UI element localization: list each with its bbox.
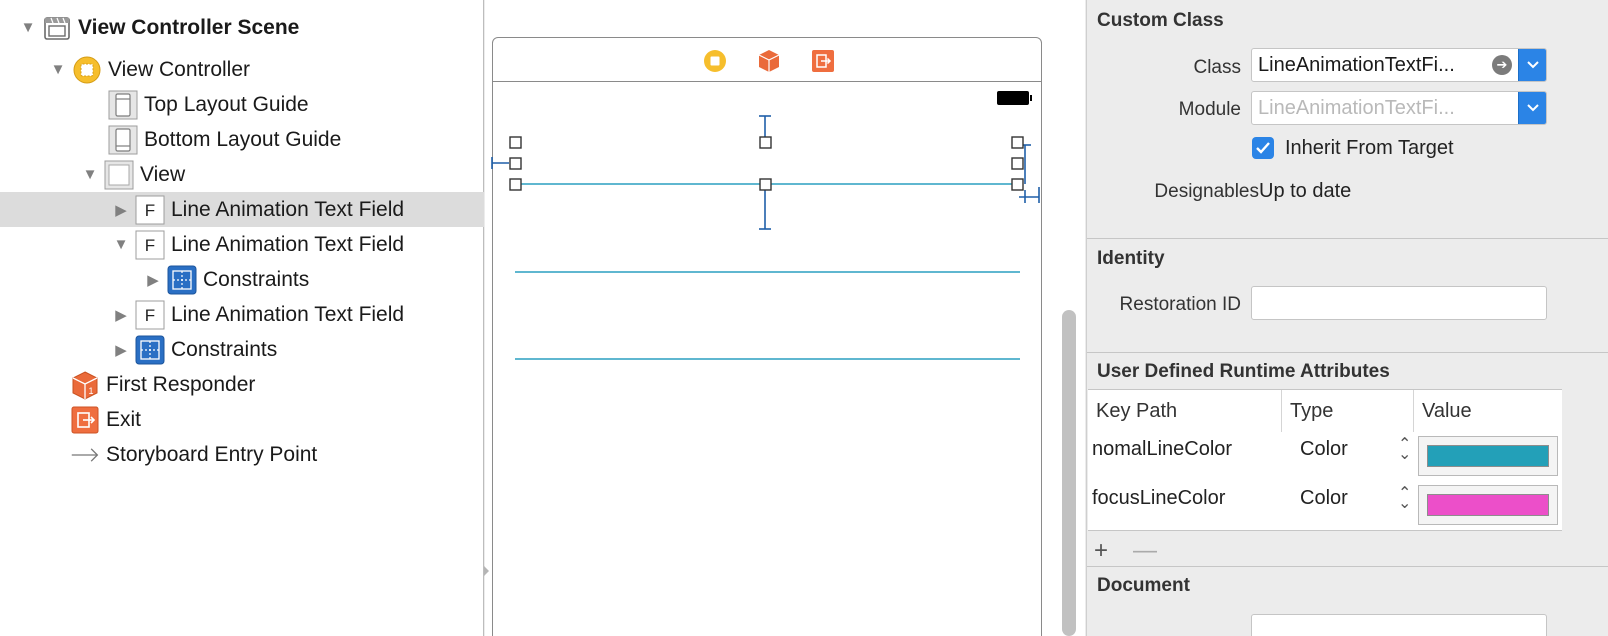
outline-item-label: View Controller Scene	[78, 15, 300, 39]
outline-item-bottom-layout-guide[interactable]: Bottom Layout Guide	[0, 122, 484, 157]
outline-item-label: Constraints	[171, 337, 278, 361]
color-well[interactable]	[1418, 436, 1558, 476]
outline-item-label: Line Animation Text Field	[171, 232, 405, 256]
outline-item-top-layout-guide[interactable]: Top Layout Guide	[0, 87, 484, 122]
layout-guide-icon	[108, 125, 138, 155]
column-header-type[interactable]: Type	[1282, 390, 1414, 432]
outline-item-label: Exit	[106, 407, 142, 431]
column-header-value[interactable]: Value	[1414, 390, 1562, 432]
disclosure-expanded-icon[interactable]: ▼	[113, 236, 129, 253]
outline-item-view[interactable]: ▼ View	[0, 157, 484, 192]
svg-text:1: 1	[88, 386, 93, 396]
disclosure-expanded-icon[interactable]: ▼	[50, 61, 66, 78]
designables-label: Designables	[1154, 181, 1259, 202]
canvas-scrollbar[interactable]	[1062, 310, 1076, 636]
color-swatch-nomal	[1427, 445, 1549, 467]
canvas-overlay	[491, 115, 1040, 360]
color-swatch-focus	[1427, 494, 1549, 516]
outline-item-label: Storyboard Entry Point	[106, 442, 318, 466]
text-field-icon: F	[135, 195, 165, 225]
custom-class-title: Custom Class	[1097, 10, 1224, 31]
designables-value: Up to date	[1259, 180, 1352, 202]
module-field[interactable]: LineAnimationTextFi...	[1251, 91, 1547, 125]
document-field[interactable]	[1251, 614, 1547, 636]
scene-icon	[42, 13, 72, 43]
outline-item-label: Line Animation Text Field	[171, 197, 405, 221]
exit-icon	[70, 405, 100, 435]
svg-text:F: F	[145, 236, 155, 255]
outline-item-first-responder[interactable]: 1 First Responder	[0, 367, 484, 402]
outline-item-label: View Controller	[108, 57, 251, 81]
outline-item-view-controller-scene[interactable]: ▼ View Controller Scene	[0, 10, 484, 45]
constraints-icon	[167, 265, 197, 295]
outline-item-label: Bottom Layout Guide	[144, 127, 342, 151]
type-cell[interactable]: Color	[1300, 487, 1348, 510]
type-stepper-icon[interactable]: ⌃ ⌄	[1398, 437, 1411, 463]
svg-text:F: F	[145, 306, 155, 325]
constraint-indicator	[491, 115, 1040, 230]
add-attribute-button[interactable]: +	[1094, 537, 1108, 565]
view-controller-icon	[72, 55, 102, 85]
restoration-id-field[interactable]	[1251, 286, 1547, 320]
class-label: Class	[1193, 57, 1241, 78]
inherit-from-target-checkbox[interactable]	[1252, 137, 1274, 159]
section-divider	[1087, 238, 1608, 239]
disclosure-expanded-icon[interactable]: ▼	[20, 19, 36, 36]
first-responder-icon: 1	[70, 370, 100, 400]
document-outline: ▼ View Controller Scene ▼ View Controlle…	[0, 0, 484, 636]
identity-inspector: Custom Class Class LineAnimationTextFi..…	[1086, 0, 1608, 636]
inherit-from-target-label: Inherit From Target	[1285, 137, 1454, 159]
type-cell[interactable]: Color	[1300, 438, 1348, 461]
outline-item-view-controller[interactable]: ▼ View Controller	[0, 52, 484, 87]
key-path-cell[interactable]: nomalLineColor	[1092, 438, 1232, 461]
color-well[interactable]	[1418, 485, 1558, 525]
layout-guide-icon	[108, 90, 138, 120]
identity-title: Identity	[1097, 248, 1165, 269]
key-path-cell[interactable]: focusLineColor	[1092, 487, 1225, 510]
outline-item-storyboard-entry-point[interactable]: Storyboard Entry Point	[0, 437, 484, 472]
module-placeholder: LineAnimationTextFi...	[1258, 96, 1455, 119]
disclosure-collapsed-icon[interactable]: ▶	[113, 202, 129, 219]
outline-item-label: Line Animation Text Field	[171, 302, 405, 326]
go-to-class-icon[interactable]: ➔	[1492, 55, 1512, 75]
chevron-down-icon[interactable]	[1518, 92, 1546, 124]
text-field-icon: F	[135, 230, 165, 260]
outline-item-line-animation-text-field[interactable]: ▶ F Line Animation Text Field	[0, 192, 484, 227]
outline-item-constraints[interactable]: ▶ Constraints	[0, 332, 484, 367]
disclosure-collapsed-icon[interactable]: ▶	[113, 342, 129, 359]
constraints-icon	[135, 335, 165, 365]
text-field-icon: F	[135, 300, 165, 330]
remove-attribute-button[interactable]: —	[1133, 537, 1157, 565]
outline-item-exit[interactable]: Exit	[0, 402, 484, 437]
selection-handles	[509, 136, 1024, 191]
section-divider	[1087, 566, 1608, 567]
outline-item-label: Top Layout Guide	[144, 92, 309, 116]
outline-item-line-animation-text-field[interactable]: ▼ F Line Animation Text Field	[0, 227, 484, 262]
view-icon	[104, 160, 134, 190]
runtime-attributes-title: User Defined Runtime Attributes	[1097, 361, 1390, 382]
column-header-key-path[interactable]: Key Path	[1088, 390, 1282, 432]
arrow-icon	[70, 440, 100, 470]
outline-item-label: Constraints	[203, 267, 310, 291]
chevron-down-icon[interactable]	[1518, 49, 1546, 81]
disclosure-collapsed-icon[interactable]: ▶	[113, 307, 129, 324]
module-label: Module	[1178, 99, 1241, 120]
class-field[interactable]: LineAnimationTextFi... ➔	[1251, 48, 1547, 82]
outline-item-constraints[interactable]: ▶ Constraints	[0, 262, 484, 297]
runtime-attributes-table: Key Path Type Value nomalLineColor Color…	[1088, 389, 1562, 531]
document-title: Document	[1097, 575, 1190, 596]
svg-text:F: F	[145, 201, 155, 220]
outline-item-line-animation-text-field[interactable]: ▶ F Line Animation Text Field	[0, 297, 484, 332]
type-stepper-icon[interactable]: ⌃ ⌄	[1398, 486, 1411, 512]
section-divider	[1087, 352, 1608, 353]
restoration-id-label: Restoration ID	[1119, 294, 1241, 315]
outline-item-label: First Responder	[106, 372, 256, 396]
disclosure-collapsed-icon[interactable]: ▶	[145, 272, 161, 289]
outline-item-label: View	[140, 162, 186, 186]
disclosure-expanded-icon[interactable]: ▼	[82, 166, 98, 183]
class-value: LineAnimationTextFi...	[1258, 53, 1455, 76]
